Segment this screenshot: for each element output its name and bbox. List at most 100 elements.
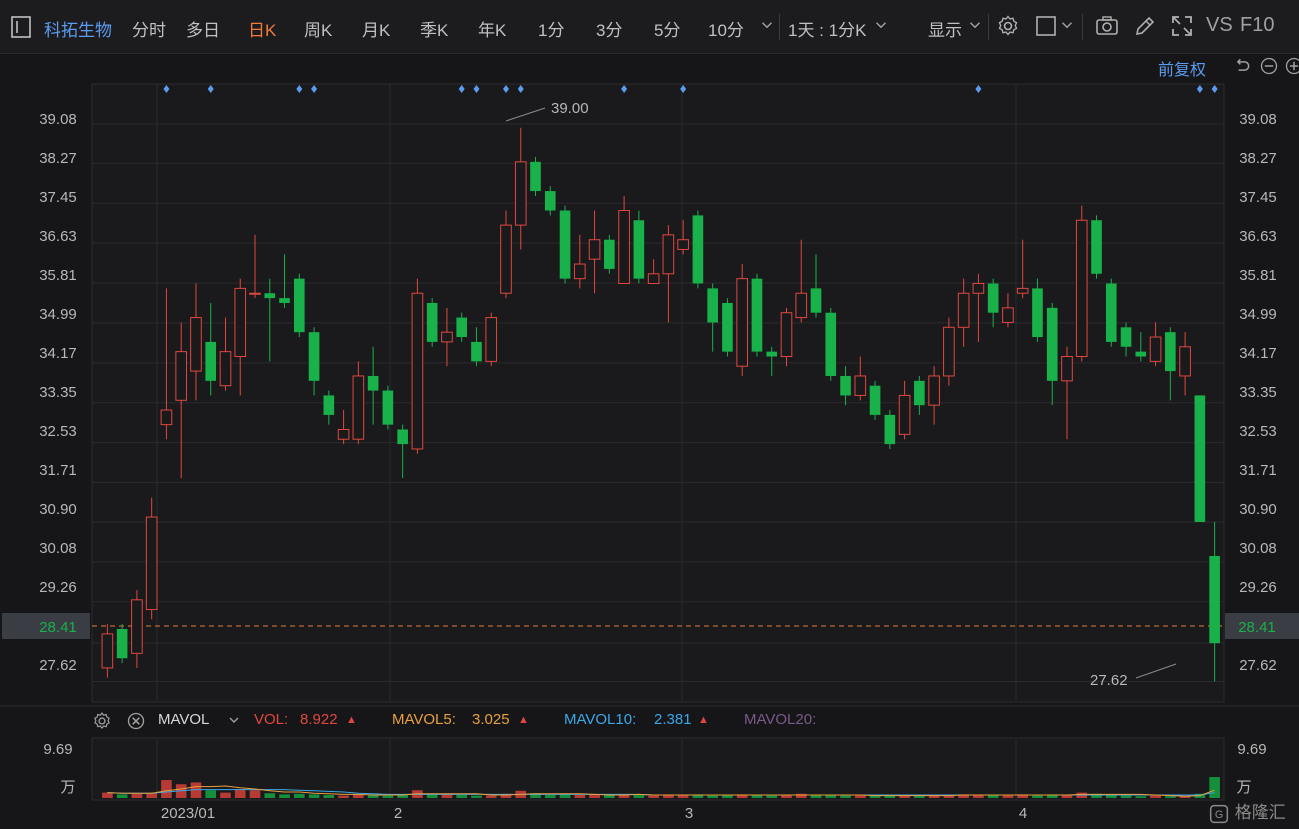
volume-unit-right: 万: [1236, 779, 1251, 796]
current-price-label-right: 28.41: [1238, 619, 1276, 636]
candle-body-up: [588, 239, 601, 260]
candle-body-down: [264, 293, 276, 299]
candle-body-up: [514, 161, 527, 226]
logo-icon: G: [1208, 804, 1230, 824]
volume-bar: [559, 794, 571, 798]
price-tick-left: 31.71: [39, 462, 77, 479]
candle-body-down: [1165, 332, 1176, 372]
candle-body-down: [692, 215, 704, 284]
price-tick-right: 36.63: [1239, 228, 1277, 245]
candle-body-down: [308, 332, 320, 381]
candle-body-up: [131, 599, 143, 654]
indicator-select[interactable]: MAVOL: [158, 711, 209, 728]
candle-body-down: [1135, 351, 1147, 357]
candle-body-up: [943, 326, 955, 377]
price-tick-right: 34.99: [1239, 306, 1277, 323]
candle-body-up: [854, 375, 867, 396]
volume-bar: [323, 795, 335, 798]
brand-logo: G 格隆汇: [1208, 798, 1286, 824]
volume-bar: [234, 789, 246, 798]
mavol20-label: MAVOL20:: [744, 711, 817, 728]
vol-value: 8.922: [300, 711, 338, 728]
candle-body-up: [736, 278, 749, 367]
volume-bar: [1165, 796, 1176, 798]
volume-unit-left: 万: [60, 779, 75, 796]
candle-body-up: [662, 234, 675, 275]
candle-body-up: [1075, 219, 1088, 358]
price-tick-right: 30.90: [1239, 501, 1277, 518]
vol-arrow: ▲: [346, 714, 357, 726]
high-label: 39.00: [551, 100, 589, 117]
volume-bar: [382, 795, 394, 798]
price-tick-right: 29.26: [1239, 579, 1277, 596]
candle-body-up: [1149, 336, 1162, 362]
mavol5-value: 3.025: [472, 711, 510, 728]
candle-body-down: [205, 341, 217, 381]
close-icon[interactable]: [126, 711, 146, 735]
candle-body-up: [795, 292, 808, 319]
candle-body-up: [928, 375, 940, 406]
volume-bar: [1150, 795, 1161, 798]
price-tick-right: 37.45: [1239, 189, 1277, 206]
volume-bar: [544, 795, 556, 798]
candle-body-down: [293, 278, 305, 333]
candle-body-up: [160, 409, 173, 426]
candle-body-down: [825, 312, 837, 376]
mavol5-label: MAVOL5:: [392, 711, 456, 728]
candle-body-down: [471, 341, 482, 362]
volume-bar: [1120, 795, 1132, 798]
kline-chart[interactable]: 39.08 38.27 37.45 36.63 35.81 34.99 34.1…: [0, 0, 1299, 829]
candle-body-up: [573, 263, 586, 280]
volume-bar: [249, 790, 261, 798]
volume-panel: [91, 737, 1225, 801]
candle-body-down: [559, 210, 571, 279]
volume-bar: [766, 795, 778, 798]
volume-bar: [840, 795, 851, 798]
price-tick-left: 29.26: [39, 579, 77, 596]
price-tick-left: 35.81: [39, 267, 77, 284]
price-tick-right: 32.53: [1239, 423, 1277, 440]
candle-body-up: [1016, 287, 1029, 294]
candle-body-down: [397, 429, 408, 445]
candle-body-up: [1179, 346, 1191, 377]
volume-bar: [338, 795, 349, 798]
candle-body-down: [1194, 395, 1206, 522]
candle-body-up: [441, 331, 453, 343]
volume-bar: [441, 794, 453, 798]
volume-bar: [1032, 795, 1043, 798]
volume-bar: [707, 795, 718, 798]
volume-bar: [1135, 796, 1147, 798]
volume-bar: [308, 794, 320, 798]
candle-body-up: [647, 273, 660, 285]
candle-body-down: [323, 395, 335, 415]
chevron-down-icon[interactable]: [226, 711, 242, 733]
current-price-label-left: 28.41: [39, 619, 77, 636]
volume-bar: [854, 795, 866, 798]
candle-body-down: [116, 629, 128, 659]
candle-body-up: [337, 428, 350, 440]
volume-bar: [293, 793, 305, 798]
time-tick: 2023/01: [161, 805, 215, 822]
price-tick-right: 38.27: [1239, 150, 1277, 167]
candle-body-down: [367, 375, 379, 391]
candle-body-down: [884, 414, 896, 445]
volume-max-left: 9.69: [43, 741, 72, 758]
candle-body-down: [751, 278, 763, 352]
price-tick-left: 39.08: [39, 111, 77, 128]
candle-body-down: [279, 298, 290, 303]
candle-body-down: [1091, 220, 1102, 274]
time-tick: 2: [394, 805, 402, 822]
candle-body-down: [1032, 288, 1043, 338]
price-tick-right: 31.71: [1239, 462, 1277, 479]
price-tick-right: 30.08: [1239, 540, 1277, 557]
candle-body-up: [898, 394, 911, 435]
volume-gear-icon[interactable]: [92, 711, 112, 735]
volume-bar: [1209, 777, 1220, 798]
logo-text: 格隆汇: [1234, 803, 1286, 822]
candle-body-up: [219, 351, 232, 387]
low-label: 27.62: [1090, 672, 1128, 689]
candle-body-up: [1002, 307, 1014, 323]
volume-bar: [131, 793, 143, 798]
candle-body-up: [485, 317, 498, 362]
candle-body-up: [101, 633, 114, 669]
